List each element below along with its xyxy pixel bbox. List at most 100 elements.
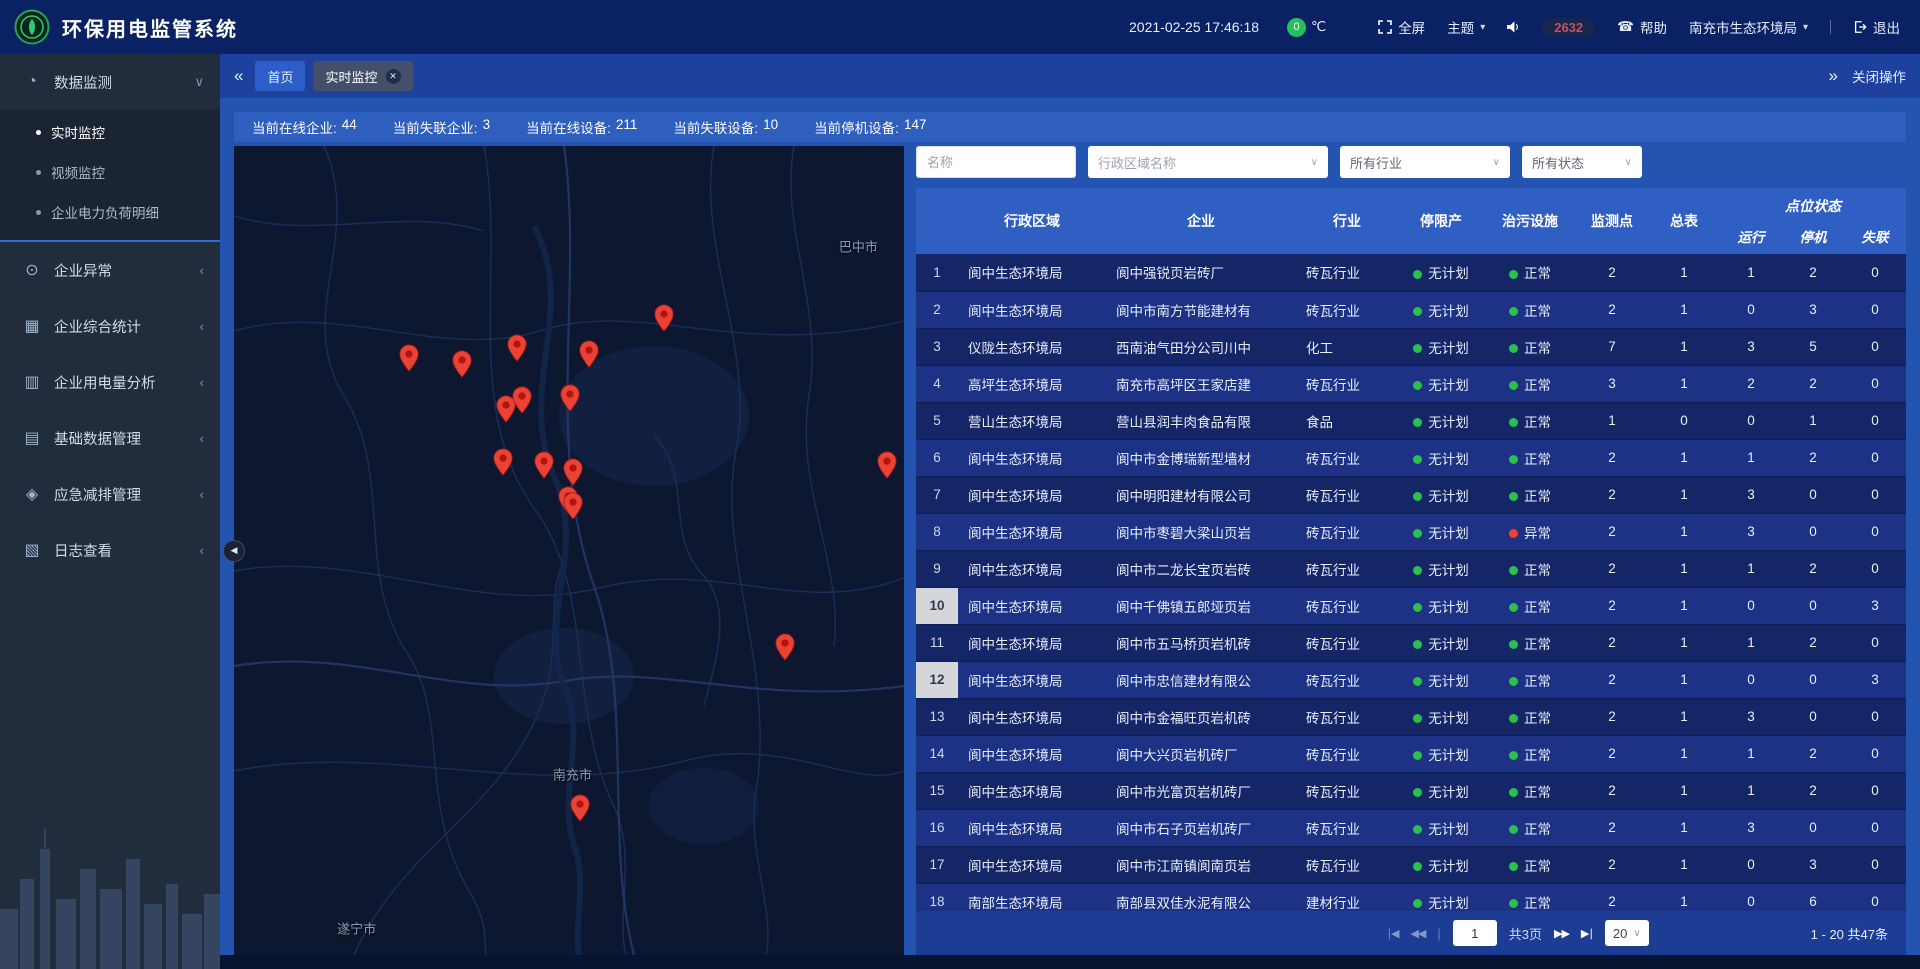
table-row[interactable]: 16阆中生态环境局阆中市石子页岩机砖厂砖瓦行业无计划正常21300 — [916, 809, 1906, 846]
map-pin-icon[interactable] — [569, 794, 590, 822]
page-size-select[interactable]: 20 ∨ — [1605, 920, 1649, 946]
cell-facility: 正常 — [1484, 698, 1576, 735]
map-panel[interactable]: 巴中市南充市遂宁市 ◀ — [234, 146, 904, 955]
last-page-button[interactable]: ▶∣ — [1581, 927, 1593, 940]
cell-company: 阆中市江南镇阆南页岩 — [1106, 846, 1296, 883]
table-row[interactable]: 2阆中生态环境局阆中市南方节能建材有砖瓦行业无计划正常21030 — [916, 291, 1906, 328]
cell-industry: 砖瓦行业 — [1296, 513, 1398, 550]
close-operations-button[interactable]: 关闭操作 — [1852, 66, 1906, 86]
status-dot-normal — [1509, 788, 1518, 797]
industry-filter-select[interactable]: 所有行业 ∨ — [1340, 146, 1510, 178]
cell-company: 西南油气田分公司川中 — [1106, 328, 1296, 365]
table-row[interactable]: 1阆中生态环境局阆中强锐页岩砖厂砖瓦行业无计划正常21120 — [916, 254, 1906, 291]
tabs-scroll-right-icon[interactable]: » — [1829, 66, 1838, 86]
tab-active[interactable]: 实时监控✕ — [313, 61, 412, 91]
alert-count-badge[interactable]: 2632 — [1542, 18, 1595, 37]
table-row[interactable]: 18南部生态环境局南部县双佳水泥有限公建材行业无计划正常21060 — [916, 883, 1906, 911]
cell-industry: 砖瓦行业 — [1296, 439, 1398, 476]
table-row[interactable]: 9阆中生态环境局阆中市二龙长宝页岩砖砖瓦行业无计划正常21120 — [916, 550, 1906, 587]
cell-company: 阆中强锐页岩砖厂 — [1106, 254, 1296, 291]
cell-lost: 0 — [1844, 846, 1906, 883]
region-filter-select[interactable]: 行政区域名称 ∨ — [1088, 146, 1328, 178]
cell-lost: 0 — [1844, 772, 1906, 809]
sidebar-group[interactable]: ▥企业用电量分析‹ — [0, 354, 220, 410]
status-dot-normal — [1413, 751, 1422, 760]
cell-company: 阆中市二龙长宝页岩砖 — [1106, 550, 1296, 587]
cell-company: 阆中大兴页岩机砖厂 — [1106, 735, 1296, 772]
table-row[interactable]: 5营山生态环境局营山县润丰肉食品有限食品无计划正常10010 — [916, 402, 1906, 439]
table-row[interactable]: 10阆中生态环境局阆中千佛镇五郎垭页岩砖瓦行业无计划正常21003 — [916, 587, 1906, 624]
sidebar-subitem[interactable]: 企业电力负荷明细 — [0, 192, 220, 232]
map-pin-icon[interactable] — [559, 384, 580, 412]
cell-meters: 1 — [1648, 809, 1720, 846]
cell-company: 阆中市南方节能建材有 — [1106, 291, 1296, 328]
map-pin-icon[interactable] — [654, 304, 675, 332]
page-number-input[interactable] — [1453, 920, 1497, 946]
status-dot-normal — [1413, 418, 1422, 427]
map-pin-icon[interactable] — [451, 350, 472, 378]
sidebar-group[interactable]: ◈应急减排管理‹ — [0, 466, 220, 522]
sidebar-group[interactable]: ◔数据监测∨ — [0, 54, 220, 110]
sidebar-subitem[interactable]: 视频监控 — [0, 152, 220, 192]
cell-company: 南充市高坪区王家店建 — [1106, 365, 1296, 402]
status-filter-select[interactable]: 所有状态 ∨ — [1522, 146, 1642, 178]
table-row[interactable]: 14阆中生态环境局阆中大兴页岩机砖厂砖瓦行业无计划正常21120 — [916, 735, 1906, 772]
speaker-icon[interactable] — [1507, 21, 1520, 33]
map-pin-icon[interactable] — [534, 451, 555, 479]
map-pin-icon[interactable] — [775, 633, 796, 661]
sidebar-subitem[interactable]: 实时监控 — [0, 112, 220, 152]
prev-page-button[interactable]: ◀◀ — [1410, 927, 1425, 940]
map-pin-icon[interactable] — [512, 386, 533, 414]
first-page-button[interactable]: ∣◀ — [1386, 927, 1398, 940]
table-row[interactable]: 7阆中生态环境局阆中明阳建材有限公司砖瓦行业无计划正常21300 — [916, 476, 1906, 513]
table-row[interactable]: 3仪陇生态环境局西南油气田分公司川中化工无计划正常71350 — [916, 328, 1906, 365]
sidebar-group[interactable]: ▦企业综合统计‹ — [0, 298, 220, 354]
logout-button[interactable]: 退出 — [1853, 17, 1900, 37]
table-row[interactable]: 6阆中生态环境局阆中市金博瑞新型墙材砖瓦行业无计划正常21120 — [916, 439, 1906, 476]
table-row[interactable]: 15阆中生态环境局阆中市光富页岩机砖厂砖瓦行业无计划正常21120 — [916, 772, 1906, 809]
theme-dropdown[interactable]: 主题 ▾ — [1447, 17, 1485, 37]
workspace-column: « 首页实时监控✕ » 关闭操作 当前在线企业:44当前失联企业:3当前在线设备… — [220, 54, 1920, 969]
next-page-button[interactable]: ▶▶ — [1554, 927, 1569, 940]
row-index: 8 — [916, 513, 958, 550]
sidebar-group[interactable]: ▧日志查看‹ — [0, 522, 220, 578]
cell-meters: 1 — [1648, 513, 1720, 550]
org-dropdown[interactable]: 南充市生态环境局 ▾ — [1689, 17, 1808, 37]
header-index — [916, 188, 958, 254]
table-row[interactable]: 8阆中生态环境局阆中市枣碧大梁山页岩砖瓦行业无计划异常21300 — [916, 513, 1906, 550]
map-pin-icon[interactable] — [398, 344, 419, 372]
tab-item[interactable]: 首页 — [255, 61, 305, 91]
table-row[interactable]: 13阆中生态环境局阆中市金福旺页岩机砖砖瓦行业无计划正常21300 — [916, 698, 1906, 735]
table-row[interactable]: 12阆中生态环境局阆中市忠信建材有限公砖瓦行业无计划正常21003 — [916, 661, 1906, 698]
table-row[interactable]: 11阆中生态环境局阆中市五马桥页岩机砖砖瓦行业无计划正常21120 — [916, 624, 1906, 661]
cell-points: 2 — [1576, 883, 1648, 911]
row-index: 10 — [916, 587, 958, 624]
row-index: 16 — [916, 809, 958, 846]
table-row[interactable]: 4高坪生态环境局南充市高坪区王家店建砖瓦行业无计划正常31220 — [916, 365, 1906, 402]
cell-industry: 砖瓦行业 — [1296, 809, 1398, 846]
stat-label: 当前在线设备: — [526, 117, 611, 137]
map-pin-icon[interactable] — [579, 340, 600, 368]
stat-value: 3 — [483, 117, 491, 137]
cell-meters: 1 — [1648, 439, 1720, 476]
tabs-scroll-left-icon[interactable]: « — [234, 66, 243, 86]
map-pin-icon[interactable] — [563, 458, 584, 486]
logout-label: 退出 — [1873, 17, 1900, 37]
map-pin-icon[interactable] — [563, 492, 584, 520]
datetime-label: 2021-02-25 17:46:18 — [1129, 19, 1259, 35]
map-pin-icon[interactable] — [493, 448, 514, 476]
map-pin-icon[interactable] — [506, 334, 527, 362]
sidebar-group[interactable]: ⊙企业异常‹ — [0, 242, 220, 298]
map-pin-icon[interactable] — [876, 451, 897, 479]
status-dot-normal — [1509, 455, 1518, 464]
help-button[interactable]: ☎ 帮助 — [1617, 17, 1667, 37]
sidebar-group-icon: ◔ — [22, 73, 42, 91]
sidebar: ◔数据监测∨实时监控视频监控企业电力负荷明细 ⊙企业异常‹▦企业综合统计‹▥企业用… — [0, 54, 220, 969]
name-filter-input[interactable] — [916, 146, 1076, 178]
cell-points: 3 — [1576, 365, 1648, 402]
close-icon[interactable]: ✕ — [386, 69, 401, 84]
table-row[interactable]: 17阆中生态环境局阆中市江南镇阆南页岩砖瓦行业无计划正常21030 — [916, 846, 1906, 883]
fullscreen-button[interactable]: 全屏 — [1378, 17, 1425, 37]
sidebar-group[interactable]: ▤基础数据管理‹ — [0, 410, 220, 466]
map-collapse-button[interactable]: ◀ — [223, 540, 245, 562]
